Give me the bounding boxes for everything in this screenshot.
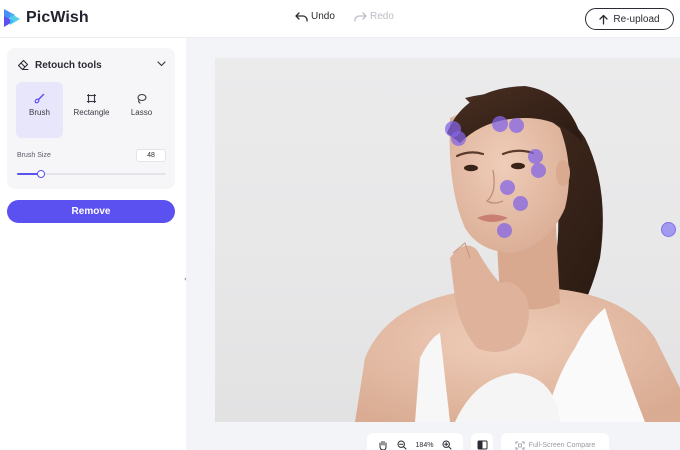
blemish-marker[interactable]: [451, 131, 466, 146]
brush-size-label: Brush Size: [17, 152, 51, 159]
tool-brush[interactable]: Brush: [16, 82, 63, 138]
blemish-marker[interactable]: [509, 118, 524, 133]
upload-arrow-icon: [599, 14, 609, 25]
canvas-controls: 184% Full-Screen Compare: [367, 433, 609, 450]
undo-icon: [295, 11, 308, 22]
zoom-out-icon[interactable]: [397, 440, 407, 450]
brush-size-slider[interactable]: [17, 170, 166, 178]
tool-lasso[interactable]: Lasso: [118, 82, 165, 138]
blemish-marker[interactable]: [513, 196, 528, 211]
rectangle-select-icon: [87, 94, 96, 103]
undo-button[interactable]: Undo: [295, 11, 335, 22]
tool-rectangle[interactable]: Rectangle: [68, 82, 115, 138]
reupload-button[interactable]: Re-upload: [585, 8, 674, 30]
fullscreen-compare-icon: [515, 441, 525, 449]
portrait-illustration: [355, 86, 680, 422]
redo-icon: [354, 11, 367, 22]
brush-icon: [34, 93, 45, 104]
reupload-label: Re-upload: [613, 13, 660, 25]
hand-pan-icon[interactable]: [378, 440, 388, 450]
remove-button[interactable]: Remove: [7, 200, 175, 223]
tool-rectangle-label: Rectangle: [73, 108, 110, 117]
compare-icon: [477, 440, 487, 450]
redo-button[interactable]: Redo: [354, 11, 394, 22]
blemish-marker[interactable]: [492, 116, 508, 132]
blemish-marker[interactable]: [497, 223, 512, 238]
blemish-marker[interactable]: [531, 163, 546, 178]
panel-title: Retouch tools: [35, 59, 102, 71]
brush-size-input[interactable]: 48: [136, 149, 166, 162]
sidebar: Retouch tools Brush Rectangle Lasso Brus…: [0, 38, 186, 450]
top-bar: PicWish Undo Redo Re-upload: [0, 0, 680, 38]
picwish-logo[interactable]: PicWish: [2, 7, 89, 29]
retouch-tools-panel: Retouch tools Brush Rectangle Lasso Brus…: [7, 48, 175, 189]
undo-label: Undo: [311, 11, 335, 22]
zoom-controls: 184%: [367, 433, 463, 450]
blemish-marker[interactable]: [500, 180, 515, 195]
app-name: PicWish: [26, 9, 89, 26]
redo-label: Redo: [370, 11, 394, 22]
chevron-down-icon[interactable]: [157, 61, 166, 67]
zoom-level: 184%: [415, 441, 434, 449]
brush-size-slider-thumb[interactable]: [36, 170, 45, 178]
tool-brush-label: Brush: [29, 108, 50, 117]
zoom-in-icon[interactable]: [442, 440, 452, 450]
compare-button[interactable]: [471, 433, 493, 450]
retouch-tools-header[interactable]: Retouch tools: [17, 59, 102, 71]
portrait-photo[interactable]: [215, 58, 680, 422]
eraser-icon: [17, 59, 29, 71]
brush-cursor-preview: [661, 222, 676, 237]
lasso-icon: [137, 93, 147, 104]
fullscreen-compare-button[interactable]: Full-Screen Compare: [501, 433, 609, 450]
fullscreen-compare-label: Full-Screen Compare: [528, 441, 596, 449]
picwish-logo-icon: [2, 7, 22, 29]
blemish-marker[interactable]: [528, 149, 543, 164]
tool-lasso-label: Lasso: [130, 108, 153, 117]
